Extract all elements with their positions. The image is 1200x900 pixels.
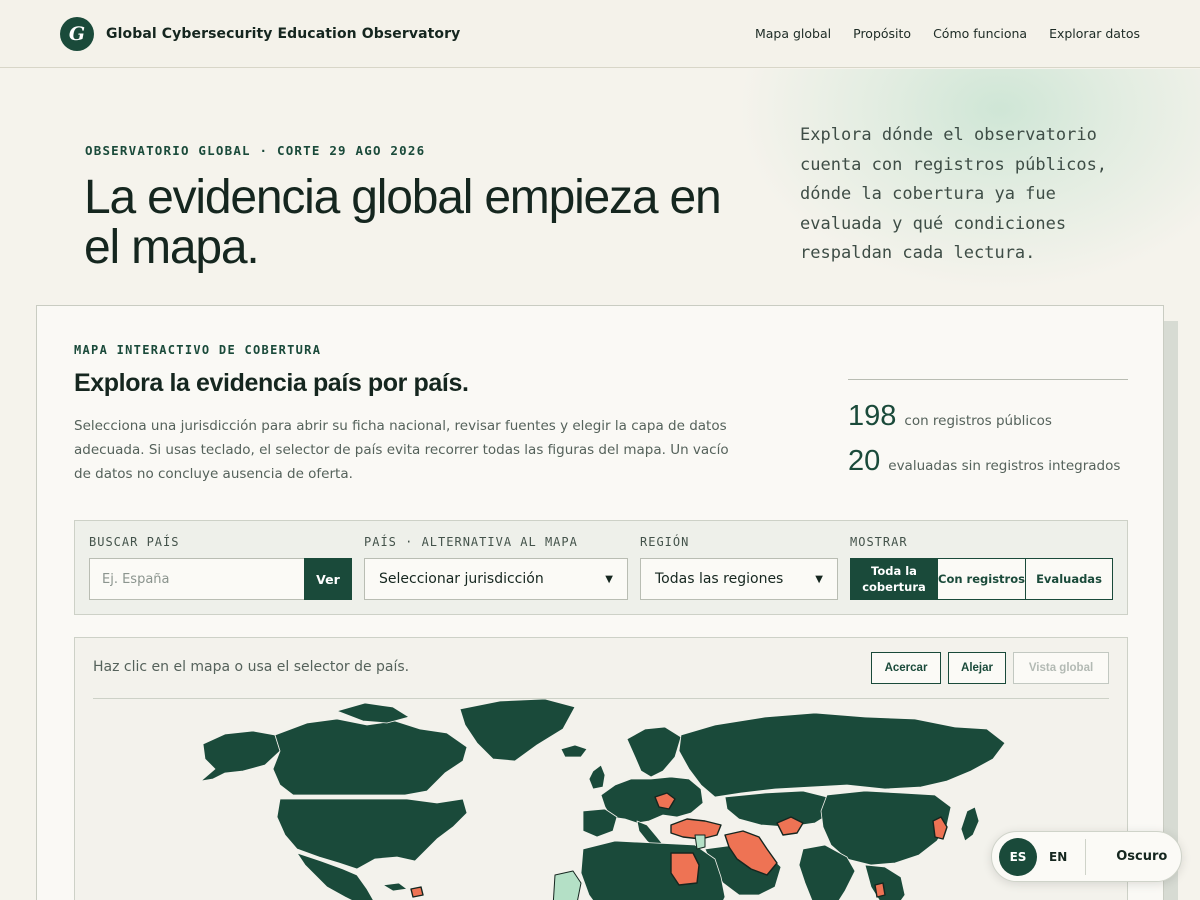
stat-public-records: 198 con registros públicos [848,400,1128,433]
card-title: Explora la evidencia país por país. [74,369,469,397]
toggle-with-records[interactable]: Con registros [938,559,1026,599]
country-shape-japan[interactable] [960,806,980,842]
stat-label: evaluadas sin registros integrados [888,458,1121,474]
stat-evaluated: 20 evaluadas sin registros integrados [848,445,1128,478]
stat-value: 198 [848,400,897,432]
hero-eyebrow: OBSERVATORIO GLOBAL · CORTE 29 AGO 2026 [85,143,426,158]
language-es-button[interactable]: ES [999,837,1037,876]
country-shape-southeast-asia-highlight[interactable] [874,882,886,898]
country-shape-russia[interactable] [678,712,1006,798]
widget-divider [1085,838,1087,875]
stat-label: con registros públicos [904,413,1052,429]
country-shape-arctic-islands[interactable] [336,702,410,724]
show-label: MOSTRAR [850,535,908,549]
hero-lead: Explora dónde el observatorio cuenta con… [800,125,1108,263]
country-shape-greenland[interactable] [459,699,576,762]
language-en-button[interactable]: EN [1049,850,1067,864]
country-shape-caribbean-island[interactable] [410,886,424,898]
search-label: BUSCAR PAÍS [89,535,180,549]
search-submit-button[interactable]: Ver [304,558,352,600]
country-shape-western-sahara[interactable] [552,870,582,900]
country-shape-iberia[interactable] [582,808,618,838]
country-shape-iceland[interactable] [560,744,588,758]
top-navigation-bar: G Global Cybersecurity Education Observa… [0,0,1200,68]
dark-mode-toggle[interactable]: Oscuro [1116,849,1167,864]
toggle-all-coverage[interactable]: Toda la cobertura [851,559,938,599]
zoom-out-button[interactable]: Alejar [948,652,1006,684]
layer-toggle-group: Toda la cobertura Con registros Evaluada… [850,558,1113,600]
stat-value: 20 [848,445,881,477]
chevron-down-icon: ▼ [605,573,613,585]
country-search-input[interactable] [89,558,305,600]
region-select-value: Todas las regiones [655,571,784,587]
country-shape-levant[interactable] [694,834,706,850]
main-nav: Mapa global Propósito Cómo funciona Expl… [755,26,1140,41]
country-shape-scandinavia[interactable] [626,726,682,778]
nav-link-global-map[interactable]: Mapa global [755,26,831,41]
hero-section: OBSERVATORIO GLOBAL · CORTE 29 AGO 2026 … [0,69,1200,309]
map-panel: Haz clic en el mapa o usa el selector de… [74,637,1128,900]
country-shape-canada[interactable] [272,718,468,796]
nav-link-how-it-works[interactable]: Cómo funciona [933,26,1027,41]
region-select-label: REGIÓN [640,535,690,549]
country-shape-caribbean[interactable] [382,882,408,892]
nav-link-purpose[interactable]: Propósito [853,26,911,41]
toggle-evaluated[interactable]: Evaluadas [1026,559,1112,599]
country-shape-africa[interactable] [580,840,726,900]
language-theme-widget: ES EN Oscuro [991,831,1182,882]
region-select[interactable]: Todas las regiones ▼ [640,558,838,600]
country-shape-uk[interactable] [588,764,606,790]
coverage-stats: 198 con registros públicos 20 evaluadas … [848,379,1128,490]
coverage-map-card: MAPA INTERACTIVO DE COBERTURA Explora la… [36,305,1164,900]
brand-name[interactable]: Global Cybersecurity Education Observato… [106,26,460,42]
hero-title: La evidencia global empieza en el mapa. [84,171,722,274]
country-shape-alaska[interactable] [200,730,281,782]
reset-view-button[interactable]: Vista global [1013,652,1109,684]
chevron-down-icon: ▼ [815,573,823,585]
country-shape-central-asia[interactable] [724,790,832,828]
map-hint: Haz clic en el mapa o usa el selector de… [93,659,410,675]
zoom-in-button[interactable]: Acercar [871,652,941,684]
filter-bar: BUSCAR PAÍS Ver PAÍS · ALTERNATIVA AL MA… [74,520,1128,615]
country-select-value: Seleccionar jurisdicción [379,571,544,587]
world-map[interactable] [75,699,1128,900]
logo-icon[interactable]: G [60,16,94,51]
nav-link-explore-data[interactable]: Explorar datos [1049,26,1140,41]
country-shape-egypt[interactable] [670,852,700,886]
card-description: Selecciona una jurisdicción para abrir s… [74,418,729,482]
country-select-label: PAÍS · ALTERNATIVA AL MAPA [364,535,578,549]
card-eyebrow: MAPA INTERACTIVO DE COBERTURA [74,343,322,357]
country-select[interactable]: Seleccionar jurisdicción ▼ [364,558,628,600]
